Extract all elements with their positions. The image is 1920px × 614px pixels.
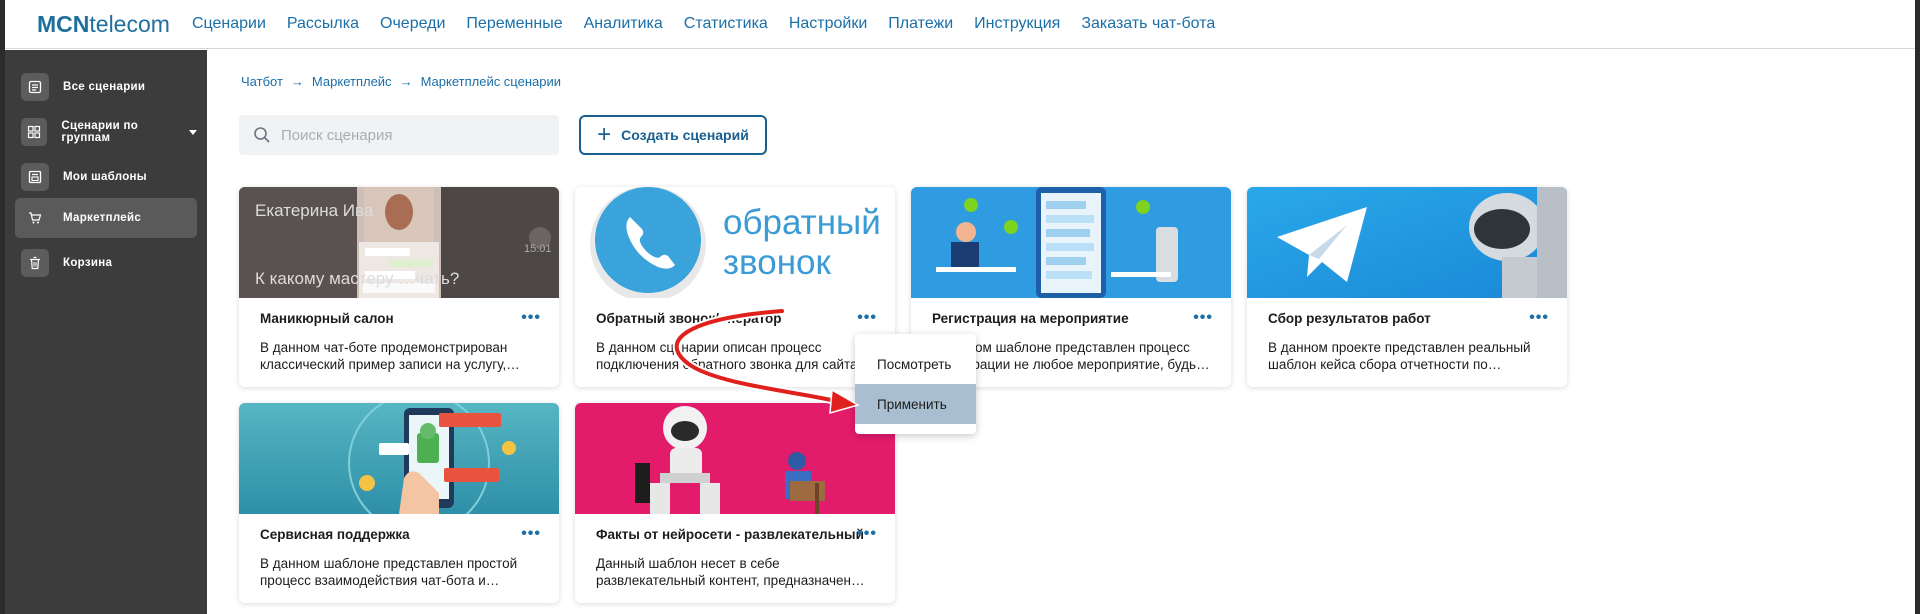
grid-icon (21, 118, 48, 146)
arrow-right-icon: → (290, 74, 304, 89)
more-options-icon[interactable]: ••• (1529, 309, 1549, 327)
card-image (239, 403, 559, 514)
logo[interactable]: MCNtelecom (37, 11, 170, 38)
sidebar-item-label: Мои шаблоны (63, 171, 147, 183)
logo-suffix: telecom (89, 10, 170, 37)
card-description: В данном сценарии описан процесс подключе… (596, 339, 881, 373)
card-title: Сбор результатов работ (1268, 311, 1431, 326)
nav-analytics[interactable]: Аналитика (584, 15, 663, 33)
search-icon (254, 127, 270, 143)
nav-settings[interactable]: Настройки (789, 15, 867, 33)
plus-icon: + (597, 121, 612, 148)
scenario-card-ai-facts[interactable]: Факты от нейросети - развлекательный •••… (575, 403, 895, 603)
card-image (575, 403, 895, 514)
window-edge-right (1915, 0, 1920, 614)
scenario-card-support[interactable]: Сервисная поддержка ••• В данном шаблоне… (239, 403, 559, 603)
list-icon (21, 73, 49, 101)
nav-payments[interactable]: Платежи (888, 15, 953, 33)
card-description: В данном чат-боте продемонстрирован класс… (260, 339, 545, 373)
more-options-icon[interactable]: ••• (857, 525, 877, 543)
sidebar-item-label: Все сценарии (63, 81, 146, 93)
search-input[interactable] (281, 126, 541, 144)
card-image: Екатерина Ива К какому мастеру …чать? 15… (239, 187, 559, 298)
card-description-line: В данном шаблоне представлен простой (260, 556, 518, 571)
nav-queues[interactable]: Очереди (380, 15, 445, 33)
trash-icon (21, 249, 49, 277)
sidebar-item-my-templates[interactable]: Мои шаблоны (15, 157, 197, 197)
card-description-line: шаблон кейса сбора отчетности по… (1268, 357, 1502, 372)
card-description-line: В данном сценарии описан процесс (596, 340, 822, 355)
card-image: обратный звонок (575, 187, 895, 298)
breadcrumb-marketplace-scenarios[interactable]: Маркетплейс сценарии (421, 74, 561, 89)
breadcrumb: Чатбот → Маркетплейс → Маркетплейс сцена… (241, 74, 561, 89)
top-navigation-bar: MCNtelecom Сценарии Рассылка Очереди Пер… (5, 0, 1915, 49)
chat-preview-name: Екатерина Ива (255, 201, 374, 220)
create-scenario-button[interactable]: + Создать сценарий (579, 115, 767, 155)
nav-scenarios[interactable]: Сценарии (192, 15, 266, 33)
card-description: Данный шаблон несет в себе развлекательны… (596, 555, 881, 589)
sidebar-item-marketplace[interactable]: Маркетплейс (15, 198, 197, 238)
card-image (1247, 187, 1567, 298)
sidebar-item-trash[interactable]: Корзина (15, 243, 197, 283)
card-description-line: процесс взаимодействия чат-бота и… (260, 573, 500, 588)
card-title: Факты от нейросети - развлекательный (596, 527, 864, 542)
sidebar-item-groups[interactable]: Сценарии по группам (15, 112, 197, 152)
sidebar-item-label: Корзина (63, 257, 113, 269)
logo-brand: MCN (37, 10, 90, 37)
scenario-card-results[interactable]: Сбор результатов работ ••• В данном прое… (1247, 187, 1567, 387)
more-options-icon[interactable]: ••• (1193, 309, 1213, 327)
card-description-line: В данном чат-боте продемонстрирован (260, 340, 508, 355)
more-options-icon[interactable]: ••• (521, 525, 541, 543)
image-caption-callback: обратный (723, 203, 881, 242)
card-title: Сервисная поддержка (260, 527, 410, 542)
nav-variables[interactable]: Переменные (466, 15, 562, 33)
card-title: Обратный звонок/оператор (596, 311, 782, 326)
card-description-line: развлекательный контент, предназначен… (596, 573, 865, 588)
card-description: В данном проекте представлен реальный шаб… (1268, 339, 1553, 373)
card-description-line: В данном проекте представлен реальный (1268, 340, 1531, 355)
create-scenario-label: Создать сценарий (621, 127, 749, 143)
nav-instructions[interactable]: Инструкция (974, 15, 1060, 33)
sidebar: Все сценарии Сценарии по группам Мои шаб… (5, 50, 207, 614)
breadcrumb-chatbot[interactable]: Чатбот (241, 74, 283, 89)
nav-order-chatbot[interactable]: Заказать чат-бота (1081, 15, 1215, 33)
nav-statistics[interactable]: Статистика (684, 15, 768, 33)
menu-item-view[interactable]: Посмотреть (855, 344, 976, 384)
card-description-line: классический пример записи на услугу,… (260, 357, 520, 372)
search-box (239, 115, 559, 155)
app-window: MCNtelecom Сценарии Рассылка Очереди Пер… (0, 0, 1920, 614)
chat-preview-time: 15:01 (524, 243, 552, 255)
sidebar-item-label: Сценарии по группам (61, 120, 139, 144)
image-caption-call: звонок (723, 243, 831, 282)
cart-icon (21, 204, 49, 232)
card-title: Регистрация на мероприятие (932, 311, 1129, 326)
chevron-down-icon[interactable] (189, 129, 197, 135)
arrow-right-icon: → (399, 74, 413, 89)
main-menu: Сценарии Рассылка Очереди Переменные Ана… (192, 15, 1236, 33)
chat-preview-question: К какому мастеру …чать? (255, 269, 460, 288)
menu-item-apply[interactable]: Применить (855, 384, 976, 424)
card-description-line: Данный шаблон несет в себе (596, 556, 780, 571)
template-icon (21, 163, 49, 191)
nav-mailing[interactable]: Рассылка (287, 15, 359, 33)
scenario-card-callback[interactable]: обратный звонок Обратный звонок/оператор… (575, 187, 895, 387)
card-title: Маникюрный салон (260, 311, 394, 326)
scenario-card-manicure[interactable]: Екатерина Ива К какому мастеру …чать? 15… (239, 187, 559, 387)
more-options-icon[interactable]: ••• (521, 309, 541, 327)
sidebar-item-label: Маркетплейс (63, 212, 142, 224)
card-description: В данном шаблоне представлен простой проц… (260, 555, 545, 589)
more-options-icon[interactable]: ••• (857, 309, 877, 327)
breadcrumb-marketplace[interactable]: Маркетплейс (312, 74, 392, 89)
sidebar-item-all-scenarios[interactable]: Все сценарии (15, 67, 197, 107)
card-context-menu: Посмотреть Применить (855, 334, 976, 434)
card-image (911, 187, 1231, 298)
card-description-line: подключения обратного звонка для сайта… (596, 357, 872, 372)
